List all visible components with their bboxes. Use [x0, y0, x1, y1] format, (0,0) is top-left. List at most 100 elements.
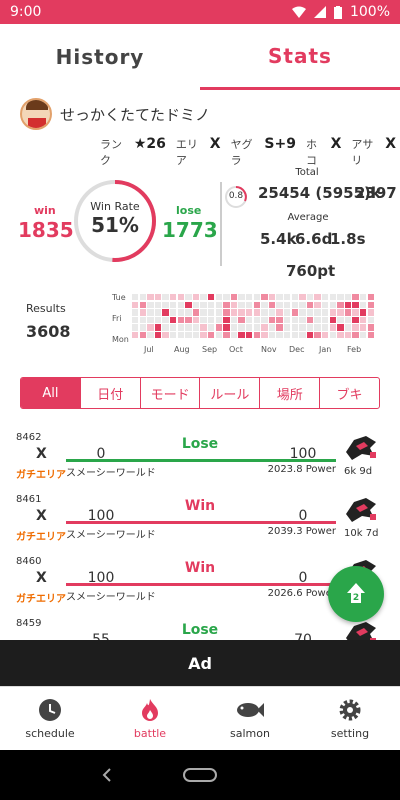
rank-value-area: X — [209, 136, 221, 152]
heatmap-month-label: Sep — [202, 345, 218, 354]
heatmap-cell — [314, 324, 321, 331]
filter-weapon[interactable]: ブキ — [320, 378, 379, 408]
heatmap-cell — [147, 309, 154, 316]
rank-value-hoko: X — [330, 136, 342, 152]
ad-banner[interactable]: Ad — [0, 640, 400, 686]
heatmap-cell — [132, 332, 139, 339]
heatmap-day-label: Mon — [112, 335, 129, 344]
heatmap-cell — [276, 332, 283, 339]
heatmap-cell — [192, 316, 200, 324]
filter-stage[interactable]: 場所 — [260, 378, 321, 408]
heatmap-cell — [337, 332, 344, 339]
battle-mode: ガチエリア — [16, 470, 66, 481]
filter-date[interactable]: 日付 — [81, 378, 141, 408]
heatmap-cell — [170, 332, 177, 339]
tab-history[interactable]: History — [0, 24, 200, 90]
rank-label-hoko: ホコ — [305, 138, 317, 167]
heatmap-cell — [329, 309, 336, 316]
heatmap-cell — [306, 316, 314, 324]
heatmap-cell — [246, 309, 253, 316]
heatmap-cell — [276, 316, 283, 324]
heatmap-day-label: Tue — [112, 293, 126, 302]
filter-mode[interactable]: モード — [141, 378, 201, 408]
rank-value-yagura: S+9 — [264, 136, 296, 152]
heatmap-cell — [154, 324, 162, 331]
heatmap-cell — [139, 332, 146, 339]
heatmap-cell — [322, 324, 329, 331]
heatmap-cell — [306, 301, 314, 308]
rank-label-overall: ランク — [100, 138, 122, 167]
battle-row[interactable]: 8461 X ガチエリア 100 Win 0 スメーシーワールド 2039.3 … — [0, 494, 400, 556]
battle-row[interactable]: 8462 X ガチエリア 0 Lose 100 スメーシーワールド 2023.8… — [0, 432, 400, 494]
squid-icon: 2 — [347, 583, 365, 603]
heatmap-cell — [246, 332, 253, 339]
heatmap-cell — [192, 309, 200, 316]
heatmap-cell — [261, 316, 268, 324]
heatmap-cell — [367, 301, 374, 308]
battle-deaths: 9d — [359, 466, 373, 477]
nav-battle[interactable]: battle — [100, 687, 200, 750]
heatmap-cell — [215, 309, 222, 316]
heatmap-cell — [337, 316, 344, 324]
results-label: Results — [26, 302, 66, 315]
heatmap-cell — [185, 324, 192, 331]
heatmap-month-label: Nov — [261, 345, 277, 354]
heatmap-cell — [291, 309, 298, 316]
rank-list: ランク ★26 エリア X ヤグラ S+9 ホコ X アサリ X — [100, 136, 400, 168]
heatmap-cell — [268, 294, 276, 301]
heatmap-cell — [299, 294, 306, 301]
heatmap-cell — [246, 324, 253, 331]
heatmap-cell — [132, 301, 139, 308]
heatmap-cell — [268, 301, 276, 308]
nav-schedule[interactable]: schedule — [0, 687, 100, 750]
battery-icon — [333, 5, 342, 19]
winrate-value: 51% — [91, 213, 139, 237]
heatmap-cell — [246, 294, 253, 301]
heatmap-cell — [238, 294, 245, 301]
heatmap-cell — [291, 324, 298, 331]
filter-all[interactable]: All — [21, 378, 81, 408]
heatmap-cell — [360, 309, 367, 316]
nav-label: battle — [133, 727, 167, 740]
heatmap-month-label: Aug — [174, 345, 190, 354]
heatmap-cell — [132, 294, 139, 301]
heatmap-cell — [230, 294, 238, 301]
battle-power: 2023.8 Power — [267, 464, 336, 475]
heatmap-cell — [162, 301, 169, 308]
nav-salmon[interactable]: salmon — [200, 687, 300, 750]
avatar — [20, 98, 52, 130]
heatmap-cell — [299, 316, 306, 324]
heatmap-month-label: Oct — [229, 345, 243, 354]
heatmap-cell — [306, 294, 314, 301]
nav-setting[interactable]: setting — [300, 687, 400, 750]
battle-kd: 10k 7d — [344, 528, 378, 539]
heatmap-cell — [185, 332, 192, 339]
avg-points: 760pt — [286, 262, 336, 280]
heatmap-cell — [360, 294, 367, 301]
heatmap-cell — [276, 301, 283, 308]
rank-value-asari: X — [385, 136, 397, 152]
tab-stats[interactable]: Stats — [200, 24, 400, 90]
system-nav — [0, 750, 400, 800]
heatmap-cell — [246, 301, 253, 308]
heatmap-cell — [322, 294, 329, 301]
heatmap-cell — [230, 316, 238, 324]
battle-rank: X — [36, 508, 47, 524]
player-header: せっかくたてたドミノ — [20, 98, 210, 130]
fab-button[interactable]: 2 — [328, 566, 384, 622]
heatmap-cell — [139, 324, 146, 331]
heatmap-cell — [230, 309, 238, 316]
battle-stage: スメーシーワールド — [66, 468, 156, 479]
home-icon[interactable] — [183, 768, 217, 782]
battle-deaths: 7d — [365, 528, 379, 539]
heatmap-cell — [329, 332, 336, 339]
heatmap-cell — [230, 301, 238, 308]
back-icon[interactable] — [101, 768, 113, 782]
battle-mode: ガチエリア — [16, 594, 66, 605]
heatmap-cell — [200, 309, 207, 316]
heatmap-cell — [147, 332, 154, 339]
heatmap-cell — [360, 332, 367, 339]
filter-rule[interactable]: ルール — [200, 378, 261, 408]
heatmap-cell — [154, 301, 162, 308]
heatmap-cell — [139, 316, 146, 324]
